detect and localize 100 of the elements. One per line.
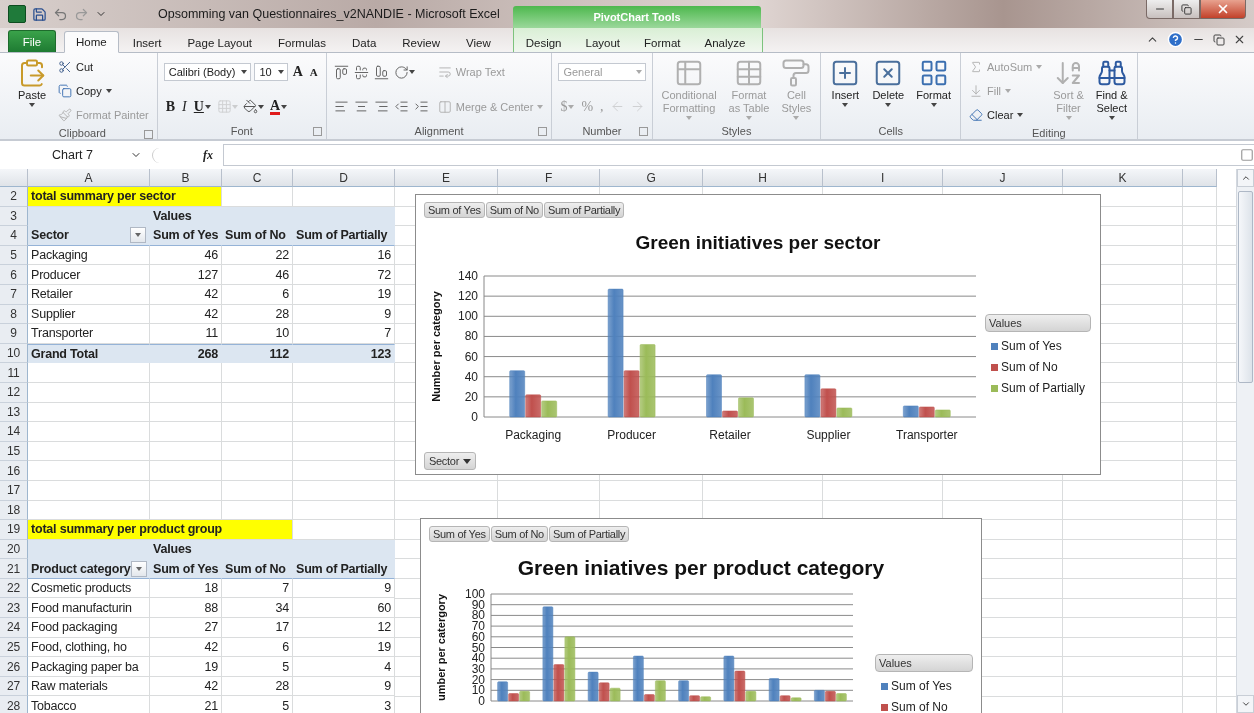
column-header[interactable]: G (600, 169, 703, 187)
ribbon-tab[interactable]: Layout (573, 31, 633, 53)
row-header[interactable]: 6 (0, 265, 28, 285)
name-box[interactable]: Chart 7 (8, 145, 148, 165)
ribbon-button[interactable]: Insert (827, 56, 864, 109)
formula-input[interactable] (223, 144, 1254, 166)
ribbon-button[interactable]: Paste (14, 56, 50, 109)
row-header[interactable]: 2 (0, 187, 28, 207)
dialog-launcher-icon[interactable] (143, 130, 153, 139)
font-color-button[interactable]: A (267, 96, 289, 117)
legend-title[interactable]: Values (985, 314, 1091, 332)
chart-field-button[interactable]: Sum of Partially (543, 202, 625, 218)
minimize-button[interactable] (1146, 0, 1173, 19)
row-header[interactable]: 27 (0, 676, 28, 697)
ribbon-tab[interactable]: Format (632, 31, 693, 53)
column-header[interactable]: C (222, 169, 293, 187)
dialog-launcher-icon[interactable] (538, 127, 548, 136)
row-header[interactable]: 16 (0, 461, 28, 481)
italic-button[interactable]: I (180, 96, 189, 117)
ribbon-tab[interactable]: Home (64, 31, 119, 53)
row-header[interactable]: 10 (0, 343, 28, 364)
grow-font-button[interactable]: A (290, 62, 305, 83)
dropdown-field[interactable]: Calibri (Body) (163, 63, 252, 82)
ribbon-tab[interactable]: Page Layout (175, 31, 265, 53)
close-icon[interactable] (1233, 33, 1246, 46)
column-header[interactable]: B (150, 169, 222, 187)
row-header[interactable]: 26 (0, 657, 28, 677)
ribbon-tab[interactable]: Analyze (692, 31, 758, 53)
row-header[interactable]: 17 (0, 480, 28, 501)
underline-button[interactable]: U (191, 96, 213, 117)
shrink-font-button[interactable]: A (307, 62, 320, 83)
redo-icon[interactable] (74, 6, 89, 22)
expand-icon[interactable] (1240, 148, 1254, 162)
row-header[interactable]: 21 (0, 559, 28, 579)
restore-icon[interactable] (1213, 33, 1225, 46)
column-header[interactable]: F (498, 169, 600, 187)
ribbon-button[interactable]: Find & Select (1092, 56, 1131, 122)
dialog-launcher-icon[interactable] (638, 127, 648, 136)
column-header[interactable]: I (823, 169, 943, 187)
ribbon-tab[interactable]: Design (513, 31, 574, 53)
row-header[interactable]: 14 (0, 422, 28, 442)
column-header[interactable]: A (28, 169, 150, 187)
ribbon-button[interactable]: Copy (56, 83, 114, 99)
filter-button[interactable] (130, 560, 147, 577)
row-header[interactable]: 8 (0, 304, 28, 325)
dropdown-field[interactable]: 10 (254, 63, 288, 82)
select-all-button[interactable] (0, 169, 28, 187)
ribbon-button[interactable]: Cut (56, 59, 96, 75)
row-header[interactable]: 18 (0, 500, 28, 521)
column-header[interactable]: H (703, 169, 823, 187)
insert-function-button[interactable]: fx (152, 147, 219, 163)
row-header[interactable]: 12 (0, 382, 28, 403)
scroll-thumb[interactable] (1238, 191, 1253, 383)
column-header[interactable]: E (395, 169, 498, 187)
row-header[interactable]: 22 (0, 578, 28, 599)
column-header[interactable] (1183, 169, 1217, 187)
ribbon-tab[interactable]: Data (340, 31, 389, 53)
chart-field-button[interactable]: Sum of Yes (424, 202, 485, 218)
row-header[interactable]: 23 (0, 598, 28, 619)
close-button[interactable] (1200, 0, 1246, 19)
file-tab[interactable]: File (8, 30, 56, 52)
ribbon-button[interactable]: Delete (869, 56, 908, 109)
restore-button[interactable] (1173, 0, 1200, 19)
row-header[interactable]: 7 (0, 284, 28, 305)
row-header[interactable]: 15 (0, 441, 28, 462)
ribbon-tab[interactable]: Formulas (266, 31, 338, 53)
chart-field-button[interactable]: Sum of Partially (548, 526, 630, 542)
dialog-launcher-icon[interactable] (312, 127, 322, 136)
row-header[interactable]: 11 (0, 363, 28, 383)
undo-icon[interactable] (53, 6, 68, 22)
row-header[interactable]: 5 (0, 245, 28, 266)
help-icon[interactable] (1167, 31, 1184, 48)
row-header[interactable]: 19 (0, 520, 28, 540)
chart-field-button[interactable]: Sum of No (490, 526, 548, 542)
chart-field-button[interactable]: Sum of No (485, 202, 543, 218)
row-header[interactable]: 4 (0, 226, 28, 246)
row-header[interactable]: 24 (0, 618, 28, 638)
axis-field-button[interactable]: Sector (424, 452, 476, 470)
ribbon-button[interactable]: Format (913, 56, 954, 109)
legend-title[interactable]: Values (875, 654, 973, 672)
row-header[interactable]: 28 (0, 696, 28, 713)
save-icon[interactable] (32, 6, 47, 22)
row-header[interactable]: 9 (0, 324, 28, 344)
column-header[interactable]: D (293, 169, 395, 187)
column-header[interactable]: K (1063, 169, 1183, 187)
row-header[interactable]: 25 (0, 637, 28, 658)
row-header[interactable]: 20 (0, 539, 28, 560)
scroll-down-button[interactable] (1237, 695, 1254, 713)
filter-button[interactable] (130, 227, 146, 244)
column-header[interactable]: J (943, 169, 1063, 187)
ribbon-tab[interactable]: View (454, 31, 503, 53)
row-header[interactable]: 3 (0, 206, 28, 227)
app-logo-icon[interactable] (8, 5, 26, 23)
ribbon-tab[interactable]: Review (390, 31, 452, 53)
bold-button[interactable]: B (163, 96, 178, 117)
vertical-scrollbar[interactable] (1236, 169, 1254, 713)
ribbon-tab[interactable]: Insert (120, 31, 174, 53)
scroll-up-button[interactable] (1237, 169, 1254, 187)
row-header[interactable]: 13 (0, 402, 28, 423)
ribbon-button[interactable]: Clear (967, 107, 1026, 123)
